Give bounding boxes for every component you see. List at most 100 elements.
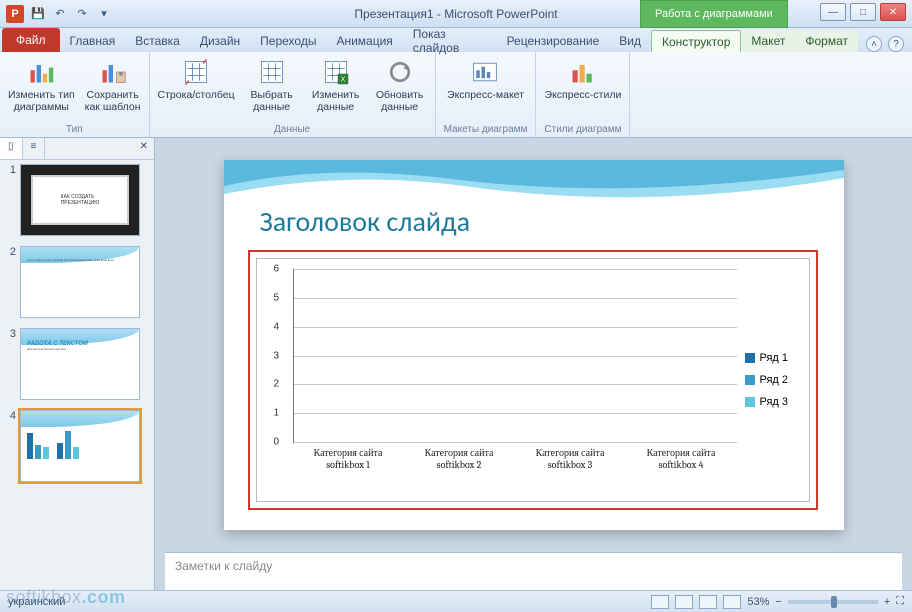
group-label: Стили диаграмм — [544, 123, 621, 135]
ribbon-group: Изменить типдиаграммы Сохранитькак шаблон… — [0, 52, 150, 137]
qat-save-icon[interactable]: 💾 — [30, 6, 46, 22]
qat-customize-icon[interactable]: ▾ — [96, 6, 112, 22]
button-label: Изменитьданные — [312, 90, 359, 113]
edit-data-button[interactable]: XИзменитьданные — [309, 56, 363, 123]
y-tick-label: 6 — [274, 264, 280, 275]
slide-panel-tabs: ▯ ≡ ✕ — [0, 138, 154, 160]
y-tick-label: 1 — [274, 408, 280, 419]
view-slideshow-button[interactable] — [723, 595, 741, 609]
tab-view[interactable]: Вид — [609, 30, 651, 52]
x-tick-label: Категория сайта softikbox 2 — [410, 447, 508, 497]
ribbon-help: ˄ ? — [858, 36, 912, 52]
panel-close-icon[interactable]: ✕ — [134, 138, 154, 159]
ribbon-group: Строка/столбецВыбратьданныеXИзменитьданн… — [150, 52, 436, 137]
legend-label: Ряд 3 — [760, 396, 789, 408]
y-tick-label: 5 — [274, 292, 280, 303]
save-template-button[interactable]: Сохранитькак шаблон — [85, 56, 141, 123]
slide-thumb-1[interactable]: КАК СОЗДАТЬПРЕЗЕНТАЦИЮ — [20, 164, 140, 236]
zoom-value: 53% — [747, 596, 769, 608]
app-icon: P — [6, 5, 24, 23]
maximize-button[interactable]: □ — [850, 3, 876, 21]
tab-transitions[interactable]: Переходы — [250, 30, 326, 52]
view-reading-button[interactable] — [699, 595, 717, 609]
select-data-button[interactable]: Выбратьданные — [245, 56, 299, 123]
quick-styles-button[interactable]: Экспресс-стили — [545, 56, 622, 123]
x-tick-label: Категория сайта softikbox 1 — [299, 447, 397, 497]
view-sorter-button[interactable] — [675, 595, 693, 609]
help-icon[interactable]: ? — [888, 36, 904, 52]
slide-thumb-2[interactable]: Lorem ipsum dolor sit amet text block pl… — [20, 246, 140, 318]
y-tick-label: 2 — [274, 379, 280, 390]
tab-chart-layout[interactable]: Макет — [741, 30, 795, 52]
plot-area: 0123456 Категория сайта softikbox 1Катег… — [257, 259, 741, 501]
zoom-out-icon[interactable]: − — [775, 596, 781, 608]
quick-styles-icon — [567, 56, 599, 88]
quick-layout-button[interactable]: Экспресс-макет — [447, 56, 524, 123]
slide-canvas[interactable]: Заголовок слайда 0123456 Категория сайта… — [155, 138, 912, 552]
slides-tab[interactable]: ▯ — [0, 138, 23, 159]
switch-rowcol-icon — [180, 56, 212, 88]
outline-tab[interactable]: ≡ — [23, 138, 46, 159]
chart: 0123456 Категория сайта softikbox 1Катег… — [256, 258, 810, 502]
tab-home[interactable]: Главная — [60, 30, 126, 52]
ribbon: Изменить типдиаграммы Сохранитькак шаблон… — [0, 52, 912, 138]
status-bar: украинский 53% − + ⛶ — [0, 590, 912, 612]
refresh-data-button[interactable]: Обновитьданные — [373, 56, 427, 123]
zoom-slider[interactable] — [788, 600, 878, 604]
quick-layout-icon — [469, 56, 501, 88]
contextual-tab-title: Работа с диаграммами — [640, 0, 788, 28]
tab-animations[interactable]: Анимация — [326, 30, 402, 52]
button-label: Сохранитькак шаблон — [85, 90, 141, 113]
tab-chart-format[interactable]: Формат — [795, 30, 858, 52]
tab-insert[interactable]: Вставка — [125, 30, 190, 52]
x-tick-label: Категория сайта softikbox 4 — [632, 447, 730, 497]
legend-item: Ряд 3 — [745, 396, 805, 408]
slide-thumb-3[interactable]: РАБОТА С ТЕКСТОМtext text text text text… — [20, 328, 140, 400]
select-data-icon — [256, 56, 288, 88]
close-button[interactable]: ✕ — [880, 3, 906, 21]
minimize-button[interactable]: — — [820, 3, 846, 21]
thumb-number: 2 — [4, 246, 16, 318]
y-tick-label: 3 — [274, 350, 280, 361]
slide: Заголовок слайда 0123456 Категория сайта… — [224, 160, 844, 530]
file-tab[interactable]: Файл — [2, 28, 60, 52]
change-type-button[interactable]: Изменить типдиаграммы — [8, 56, 75, 123]
contextual-tabs: Конструктор Макет Формат — [651, 30, 858, 52]
view-normal-button[interactable] — [651, 595, 669, 609]
slide-editor: Заголовок слайда 0123456 Категория сайта… — [155, 138, 912, 590]
group-label: Тип — [66, 123, 83, 135]
tab-chart-design[interactable]: Конструктор — [651, 30, 741, 52]
legend-item: Ряд 1 — [745, 352, 805, 364]
legend-label: Ряд 1 — [760, 352, 789, 364]
thumb-number: 4 — [4, 410, 16, 482]
group-label: Макеты диаграмм — [444, 123, 528, 135]
button-label: Изменить типдиаграммы — [8, 90, 75, 113]
switch-rowcol-button[interactable]: Строка/столбец — [158, 56, 235, 123]
fit-slide-icon[interactable]: ⛶ — [896, 595, 904, 608]
thumb-number: 3 — [4, 328, 16, 400]
notes-pane[interactable]: Заметки к слайду — [165, 552, 902, 590]
button-label: Строка/столбец — [158, 90, 235, 102]
qat-undo-icon[interactable]: ↶ — [52, 6, 68, 22]
tab-slideshow[interactable]: Показ слайдов — [403, 30, 497, 52]
window-buttons: — □ ✕ — [820, 3, 906, 21]
gridline — [294, 442, 737, 443]
qat-redo-icon[interactable]: ↷ — [74, 6, 90, 22]
edit-data-icon: X — [320, 56, 352, 88]
tab-design[interactable]: Дизайн — [190, 30, 250, 52]
ribbon-group: Экспресс-макетМакеты диаграмм — [436, 52, 537, 137]
save-template-icon — [97, 56, 129, 88]
x-axis-labels: Категория сайта softikbox 1 Категория сай… — [293, 447, 737, 497]
legend: Ряд 1Ряд 2Ряд 3 — [741, 259, 809, 501]
y-tick-label: 4 — [274, 321, 280, 332]
slide-title[interactable]: Заголовок слайда — [260, 204, 471, 239]
ribbon-group: Экспресс-стилиСтили диаграмм — [536, 52, 630, 137]
legend-swatch-icon — [745, 375, 755, 385]
slide-thumb-4[interactable] — [20, 410, 140, 482]
thumb-number: 1 — [4, 164, 16, 236]
tab-review[interactable]: Рецензирование — [497, 30, 610, 52]
chart-selection[interactable]: 0123456 Категория сайта softikbox 1Катег… — [248, 250, 818, 510]
minimize-ribbon-icon[interactable]: ˄ — [866, 36, 882, 52]
slide-thumbnails: 1КАК СОЗДАТЬПРЕЗЕНТАЦИЮ2Lorem ipsum dolo… — [0, 160, 154, 590]
zoom-in-icon[interactable]: + — [884, 596, 890, 608]
